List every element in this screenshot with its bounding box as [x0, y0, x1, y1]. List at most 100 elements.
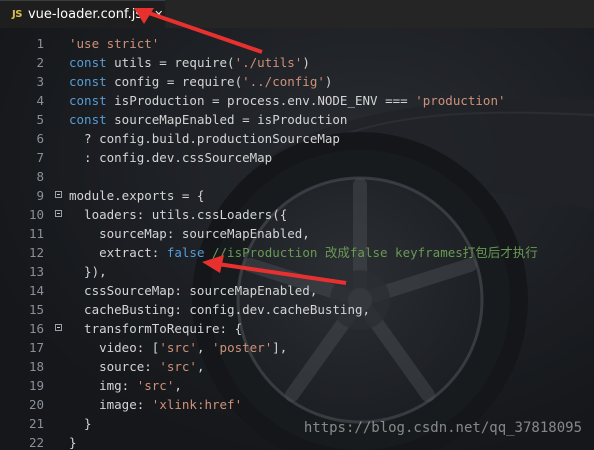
code-line[interactable]: 6 ? config.build.productionSourceMap: [0, 129, 594, 148]
code-token: './utils': [234, 55, 303, 70]
code-line[interactable]: 3 const config = require('../config'): [0, 72, 594, 91]
code-line[interactable]: 10 loaders: utils.cssLoaders({: [0, 205, 594, 224]
code-text: cacheBusting: config.dev.cacheBusting,: [69, 300, 370, 319]
code-text: sourceMap: sourceMapEnabled,: [69, 224, 310, 243]
line-number: 11: [28, 226, 44, 241]
line-number: 6: [36, 131, 44, 146]
code-token: sourceMapEnabled = isProduction: [114, 112, 348, 127]
code-token: ,: [196, 340, 213, 355]
line-number: 18: [28, 359, 44, 374]
code-text: source: 'src',: [69, 357, 204, 376]
code-token: }: [69, 435, 77, 450]
code-token: image:: [69, 397, 152, 412]
line-number: 8: [36, 169, 44, 184]
line-number: 4: [36, 93, 44, 108]
code-token: const: [69, 112, 115, 127]
code-token: const: [69, 93, 115, 108]
code-token: 'src': [159, 359, 197, 374]
code-text: : config.dev.cssSourceMap: [69, 148, 272, 167]
fold-toggle-icon[interactable]: [55, 324, 62, 331]
code-token: transformToRequire: {: [69, 321, 243, 336]
code-token: '../config': [242, 74, 325, 89]
code-token: const: [69, 55, 115, 70]
code-line[interactable]: 19 img: 'src',: [0, 376, 594, 395]
line-number: 17: [28, 340, 44, 355]
code-token: }: [69, 416, 92, 431]
code-token: const: [69, 74, 115, 89]
code-line[interactable]: 17 video: ['src', 'poster'],: [0, 338, 594, 357]
line-number: 15: [28, 302, 44, 317]
code-token: ): [302, 55, 310, 70]
line-number: 10: [28, 207, 44, 222]
tab-title: vue-loader.conf.js: [27, 7, 143, 22]
code-token: extract:: [69, 245, 167, 260]
code-line[interactable]: 4 const isProduction = process.env.NODE_E…: [0, 91, 594, 110]
code-text: const config = require('../config'): [69, 72, 332, 91]
code-editor[interactable]: 1'use strict' 2 const utils = require('./u…: [0, 28, 594, 450]
code-line[interactable]: 7 : config.dev.cssSourceMap: [0, 148, 594, 167]
code-token: ,: [196, 359, 205, 374]
code-text: const sourceMapEnabled = isProduction: [69, 110, 347, 129]
code-text: loaders: utils.cssLoaders({: [69, 205, 287, 224]
line-number: 16: [28, 321, 44, 336]
code-token: : config.dev.cssSourceMap: [69, 150, 273, 165]
line-number: 5: [36, 112, 44, 127]
code-token: 'src': [136, 378, 175, 393]
code-token: 'poster': [212, 340, 273, 355]
code-token: utils = require(: [114, 55, 235, 70]
fold-toggle-icon[interactable]: [55, 191, 62, 198]
code-line[interactable]: 20 image: 'xlink:href': [0, 395, 594, 414]
annotation-arrow-extract: [202, 255, 347, 285]
line-number: 14: [28, 283, 44, 298]
code-line[interactable]: 8: [0, 167, 594, 186]
tab-bar: JS vue-loader.conf.js ✕: [0, 0, 594, 28]
code-line[interactable]: 11 sourceMap: sourceMapEnabled,: [0, 224, 594, 243]
code-line[interactable]: 18 source: 'src',: [0, 357, 594, 376]
code-token: 'production': [415, 93, 506, 108]
line-number: 3: [36, 74, 44, 89]
line-number: 21: [28, 416, 44, 431]
code-line[interactable]: 9 module.exports = {: [0, 186, 594, 205]
code-token: false: [166, 245, 205, 260]
code-text: video: ['src', 'poster'],: [69, 338, 287, 357]
code-editor-window: JS vue-loader.conf.js ✕ 1'use strict' 2 co…: [0, 0, 594, 450]
code-token: module.exports = {: [69, 188, 205, 203]
fold-toggle-icon[interactable]: [55, 210, 62, 217]
code-text: img: 'src',: [69, 376, 182, 395]
code-line[interactable]: 2 const utils = require('./utils'): [0, 53, 594, 72]
line-number: 22: [28, 435, 44, 450]
code-token: ): [324, 74, 333, 89]
code-token: 'src': [159, 340, 197, 355]
code-text: }: [69, 414, 92, 433]
code-token: video: [: [69, 340, 160, 355]
code-token: cacheBusting: config.dev.cacheBusting,: [69, 302, 371, 317]
code-line[interactable]: 1'use strict': [0, 34, 594, 53]
code-token: source:: [69, 359, 160, 374]
line-number: 1: [36, 36, 44, 51]
code-text: module.exports = {: [69, 186, 204, 205]
line-number: 9: [36, 188, 44, 203]
code-line[interactable]: 15 cacheBusting: config.dev.cacheBusting…: [0, 300, 594, 319]
javascript-file-icon: JS: [12, 9, 22, 20]
code-line[interactable]: 5 const sourceMapEnabled = isProduction: [0, 110, 594, 129]
code-token: ? config.build.productionSourceMap: [69, 131, 340, 146]
code-token: sourceMap: sourceMapEnabled,: [69, 226, 310, 241]
code-text: }: [69, 433, 77, 450]
annotation-arrow-tab: [134, 8, 263, 54]
code-text: ? config.build.productionSourceMap: [69, 129, 340, 148]
code-token: }),: [69, 264, 107, 279]
code-text: const isProduction = process.env.NODE_EN…: [69, 91, 506, 110]
code-text: }),: [69, 262, 107, 281]
line-number: 7: [36, 150, 44, 165]
code-token: loaders: utils.cssLoaders({: [69, 207, 288, 222]
line-number: 13: [28, 264, 44, 279]
code-text: transformToRequire: {: [69, 319, 242, 338]
code-token: isProduction = process.env.NODE_ENV ===: [114, 93, 416, 108]
line-number: 20: [28, 397, 44, 412]
line-number: 2: [36, 55, 44, 70]
watermark: https://blog.csdn.net/qq_37818095: [303, 420, 582, 436]
code-token: ,: [174, 378, 182, 393]
code-token: 'xlink:href': [151, 397, 243, 412]
code-token: config = require(: [114, 74, 243, 89]
code-line[interactable]: 16 transformToRequire: {: [0, 319, 594, 338]
